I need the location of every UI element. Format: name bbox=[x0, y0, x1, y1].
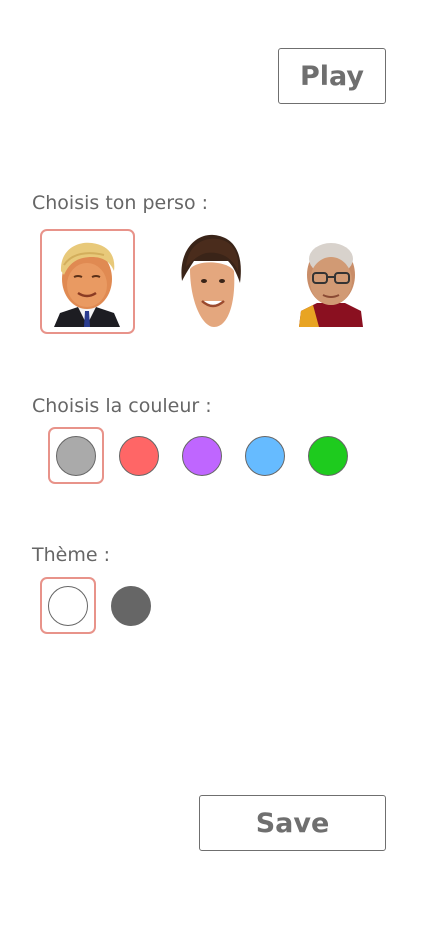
play-button[interactable]: Play bbox=[278, 48, 386, 104]
character-section-label: Choisis ton perso : bbox=[32, 192, 209, 214]
portrait-blond-man-icon bbox=[54, 242, 120, 327]
character-option-3[interactable] bbox=[284, 229, 378, 333]
theme-swatch-dark[interactable] bbox=[111, 586, 151, 626]
theme-swatch-light[interactable] bbox=[48, 586, 88, 626]
color-swatch-green[interactable] bbox=[308, 436, 348, 476]
color-swatch-blue[interactable] bbox=[245, 436, 285, 476]
portrait-monk-glasses-icon bbox=[299, 243, 363, 327]
color-swatch-red[interactable] bbox=[119, 436, 159, 476]
character-option-2[interactable] bbox=[164, 229, 258, 333]
theme-section-label: Thème : bbox=[32, 544, 110, 566]
color-swatch-purple[interactable] bbox=[182, 436, 222, 476]
portrait-dark-hair-man-icon bbox=[181, 234, 241, 327]
save-button[interactable]: Save bbox=[199, 795, 386, 851]
color-section-label: Choisis la couleur : bbox=[32, 395, 212, 417]
color-swatch-gray[interactable] bbox=[56, 436, 96, 476]
character-option-1[interactable] bbox=[40, 229, 134, 333]
